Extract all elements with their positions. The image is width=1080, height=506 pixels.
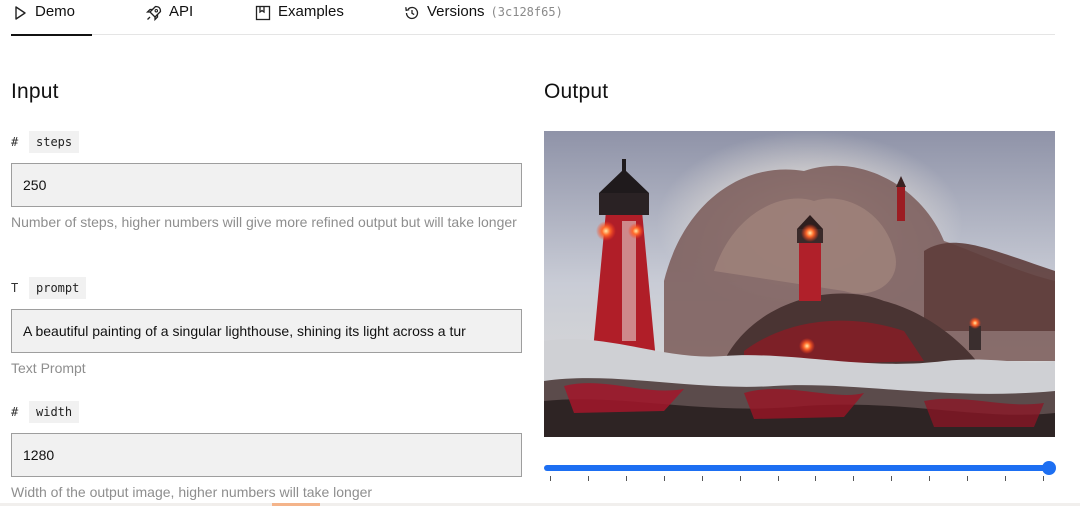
slider-tick — [664, 476, 665, 481]
text-type-icon: T — [11, 281, 19, 295]
lighthouse-painting — [544, 131, 1055, 437]
history-icon — [403, 4, 421, 22]
slider-tick — [740, 476, 741, 481]
steps-input[interactable]: 250 — [11, 163, 522, 207]
slider-tick — [929, 476, 930, 481]
steps-help: Number of steps, higher numbers will giv… — [11, 214, 517, 230]
prompt-help: Text Prompt — [11, 360, 86, 376]
width-label: # width — [11, 401, 80, 423]
slider-tick — [626, 476, 627, 481]
slider-tick — [778, 476, 779, 481]
timeline-slider-thumb[interactable] — [1042, 461, 1056, 475]
input-heading: Input — [11, 80, 59, 103]
slider-tick — [1043, 476, 1044, 481]
rocket-icon — [145, 4, 163, 22]
number-type-icon: # — [11, 405, 19, 419]
slider-tick — [702, 476, 703, 481]
bookmark-icon — [254, 4, 272, 22]
width-name: width — [29, 401, 80, 423]
timeline-slider-track[interactable] — [544, 465, 1049, 471]
prompt-label: T prompt — [11, 277, 87, 299]
slider-ticks — [544, 476, 1049, 482]
output-image[interactable] — [544, 131, 1055, 437]
prompt-name: prompt — [29, 277, 87, 299]
output-heading: Output — [544, 80, 609, 103]
width-input[interactable]: 1280 — [11, 433, 522, 477]
tab-examples-label: Examples — [278, 3, 344, 20]
tab-demo-label: Demo — [35, 3, 76, 20]
slider-tick — [891, 476, 892, 481]
slider-tick — [815, 476, 816, 481]
slider-tick — [1005, 476, 1006, 481]
steps-name: steps — [29, 131, 80, 153]
tab-bar: Demo API Examples Versions (3c128f65) — [11, 0, 1055, 36]
tab-api-label: API — [169, 3, 194, 20]
slider-tick — [967, 476, 968, 481]
number-type-icon: # — [11, 135, 19, 149]
slider-tick — [588, 476, 589, 481]
tab-demo[interactable]: Demo — [11, 3, 92, 36]
tab-api[interactable]: API — [145, 3, 193, 33]
version-hash: (3c128f65) — [490, 5, 563, 19]
tab-versions-label: Versions — [427, 3, 485, 20]
steps-label: # steps — [11, 131, 80, 153]
tab-examples[interactable]: Examples — [254, 3, 344, 33]
slider-tick — [853, 476, 854, 481]
prompt-input[interactable]: A beautiful painting of a singular light… — [11, 309, 522, 353]
width-help: Width of the output image, higher number… — [11, 484, 373, 500]
play-icon — [11, 4, 29, 22]
tab-versions[interactable]: Versions (3c128f65) — [403, 3, 563, 33]
slider-tick — [550, 476, 551, 481]
